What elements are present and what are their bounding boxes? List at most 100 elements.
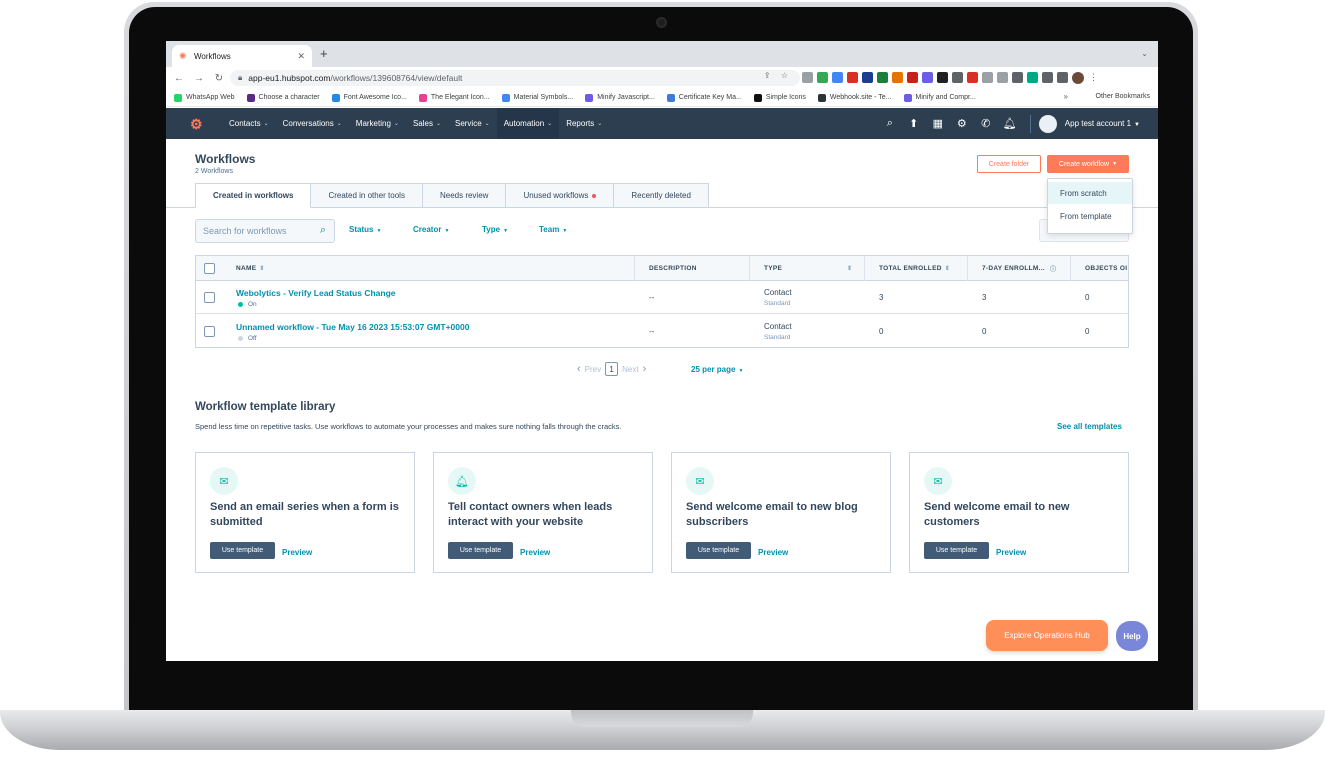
prev-button[interactable]: Prev	[585, 365, 601, 374]
nav-item-sales[interactable]: Sales ⌄	[406, 108, 448, 139]
bookmark-item[interactable]: WhatsApp Web	[174, 93, 235, 102]
column-name[interactable]: NAME ⇕	[236, 256, 265, 281]
extension-icon[interactable]	[967, 72, 978, 83]
filter-status[interactable]: Status ▼	[349, 225, 381, 234]
column-total-enrolled[interactable]: TOTAL ENROLLED ⇕	[879, 256, 950, 281]
account-avatar[interactable]	[1038, 114, 1057, 133]
tab-needs-review[interactable]: Needs review	[422, 183, 507, 208]
share-bookmark-icons[interactable]: ⇪ ☆	[764, 71, 792, 80]
reload-icon[interactable]: ↻	[212, 73, 226, 84]
extension-icon[interactable]	[952, 72, 963, 83]
from-template-option[interactable]: From template	[1048, 205, 1132, 227]
preview-link[interactable]: Preview	[758, 548, 788, 557]
extension-icon[interactable]	[892, 72, 903, 83]
nav-item-automation[interactable]: Automation ⌄	[496, 108, 560, 139]
extension-icon[interactable]	[817, 72, 828, 83]
per-page-select[interactable]: 25 per page ▼	[691, 365, 743, 374]
nav-item-service[interactable]: Service ⌄	[448, 108, 497, 139]
filter-type[interactable]: Type ▼	[482, 225, 508, 234]
next-button[interactable]: Next	[622, 365, 638, 374]
workflow-name-link[interactable]: Webolytics - Verify Lead Status Change	[236, 288, 396, 298]
chevron-right-icon[interactable]: ›	[643, 363, 647, 375]
nav-item-conversations[interactable]: Conversations ⌄	[276, 108, 349, 139]
create-folder-button[interactable]: Create folder	[977, 155, 1041, 173]
row-checkbox[interactable]	[204, 326, 215, 337]
preview-link[interactable]: Preview	[996, 548, 1026, 557]
filter-creator[interactable]: Creator ▼	[413, 225, 449, 234]
column-objects[interactable]: OBJECTS OI	[1085, 256, 1127, 281]
column-7day-enrolled[interactable]: 7-DAY ENROLLM... ⓘ	[982, 256, 1056, 281]
use-template-button[interactable]: Use template	[924, 542, 989, 559]
kebab-menu-icon[interactable]: ⋮	[1088, 72, 1099, 83]
help-button[interactable]: Help	[1116, 621, 1148, 651]
account-menu[interactable]: App test account 1 ▼	[1065, 119, 1140, 128]
bookmark-item[interactable]: Certificate Key Ma...	[666, 93, 742, 102]
more-bookmarks-icon[interactable]: »	[1064, 92, 1068, 101]
use-template-button[interactable]: Use template	[210, 542, 275, 559]
other-bookmarks-folder[interactable]: Other Bookmarks	[1096, 93, 1150, 100]
gear-icon[interactable]: ⚙︎	[950, 117, 974, 130]
bookmark-item[interactable]: Font Awesome Ico...	[331, 93, 407, 102]
filter-team[interactable]: Team ▼	[539, 225, 567, 234]
extension-icon[interactable]	[1012, 72, 1023, 83]
column-type[interactable]: TYPE	[764, 256, 782, 281]
bell-icon[interactable]: 🔔︎	[998, 117, 1022, 130]
search-icon[interactable]: ⌕	[878, 117, 902, 130]
bookmark-item[interactable]: The Elegant Icon...	[418, 93, 490, 102]
tab-unused-workflows[interactable]: Unused workflows	[506, 183, 615, 208]
workflow-name-link[interactable]: Unnamed workflow - Tue May 16 2023 15:53…	[236, 322, 469, 332]
extension-icon[interactable]	[802, 72, 813, 83]
preview-link[interactable]: Preview	[282, 548, 312, 557]
extension-icon[interactable]	[937, 72, 948, 83]
nav-item-contacts[interactable]: Contacts ⌄	[222, 108, 276, 139]
upgrade-icon[interactable]: ⬆︎	[902, 117, 926, 130]
see-all-templates-link[interactable]: See all templates	[1057, 422, 1122, 431]
extension-icon[interactable]	[832, 72, 843, 83]
type-sort-icon[interactable]: ⇕	[844, 256, 852, 281]
bookmark-item[interactable]: Minify and Compr...	[903, 93, 976, 102]
browser-tab[interactable]: ✺ Workflows ✕	[172, 45, 312, 67]
nav-item-marketing[interactable]: Marketing ⌄	[349, 108, 406, 139]
page-number[interactable]: 1	[605, 362, 619, 376]
extension-icon[interactable]	[922, 72, 933, 83]
row-checkbox[interactable]	[204, 292, 215, 303]
sidebar-icon[interactable]	[1057, 72, 1068, 83]
use-template-button[interactable]: Use template	[686, 542, 751, 559]
chevron-left-icon[interactable]: ‹	[577, 363, 581, 375]
bookmark-item[interactable]: Minify Javascript...	[585, 93, 655, 102]
back-icon[interactable]: ←	[172, 73, 186, 84]
tab-recently-deleted[interactable]: Recently deleted	[614, 183, 709, 208]
bookmark-item[interactable]: Simple Icons	[753, 93, 806, 102]
create-workflow-button[interactable]: Create workflow ▼	[1047, 155, 1129, 173]
from-scratch-option[interactable]: From scratch	[1048, 182, 1132, 204]
tab-search-icon[interactable]: ⌄	[1141, 49, 1148, 58]
extension-icon[interactable]	[862, 72, 873, 83]
forward-icon[interactable]: →	[192, 73, 206, 84]
select-all-checkbox[interactable]	[204, 263, 215, 274]
tab-created-in-other-tools[interactable]: Created in other tools	[311, 183, 423, 208]
url-input[interactable]: 🔒︎ app-eu1.hubspot.com/workflows/1396087…	[230, 70, 800, 86]
column-description[interactable]: DESCRIPTION	[649, 256, 697, 281]
puzzle-icon[interactable]	[1042, 72, 1053, 83]
bookmark-item[interactable]: Material Symbols...	[501, 93, 573, 102]
extension-icon[interactable]	[877, 72, 888, 83]
extension-icon[interactable]	[847, 72, 858, 83]
close-tab-icon[interactable]: ✕	[297, 51, 305, 62]
extension-icon[interactable]	[997, 72, 1008, 83]
extension-icon[interactable]	[982, 72, 993, 83]
bookmark-item[interactable]: Webhook.site - Te...	[817, 93, 892, 102]
preview-link[interactable]: Preview	[520, 548, 550, 557]
new-tab-icon[interactable]: +	[320, 46, 328, 61]
use-template-button[interactable]: Use template	[448, 542, 513, 559]
tab-created-in-workflows[interactable]: Created in workflows	[195, 183, 312, 208]
nav-item-reports[interactable]: Reports ⌄	[559, 108, 609, 139]
search-input[interactable]: Search for workflows ⌕	[195, 219, 335, 243]
explore-operations-hub-button[interactable]: Explore Operations Hub	[986, 620, 1108, 651]
search-icon[interactable]: ⌕	[320, 224, 326, 237]
extension-icon[interactable]	[907, 72, 918, 83]
hubspot-logo-icon[interactable]: ⚙︎	[190, 116, 206, 132]
calling-icon[interactable]: ✆	[974, 117, 998, 130]
profile-avatar[interactable]	[1072, 72, 1084, 84]
bookmark-item[interactable]: Choose a character	[246, 93, 320, 102]
extension-icon[interactable]	[1027, 72, 1038, 83]
